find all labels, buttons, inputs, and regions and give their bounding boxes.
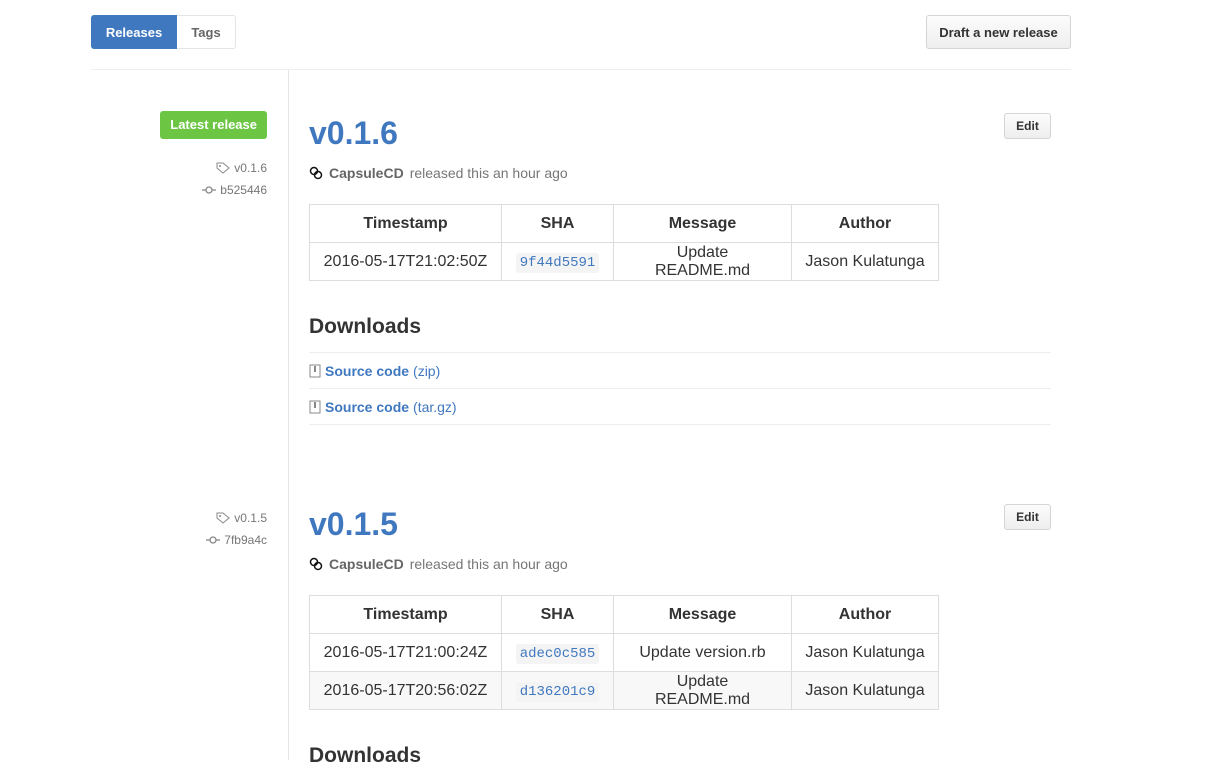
- release-meta-1: Latest release v0.1.6 b525446: [160, 111, 267, 199]
- edit-release-button[interactable]: Edit: [1004, 113, 1051, 139]
- downloads-title: Downloads: [309, 744, 422, 767]
- col-sha: SHA: [501, 204, 614, 243]
- cell-author: Jason Kulatunga: [791, 633, 939, 672]
- cell-timestamp: 2016-05-17T21:00:24Z: [309, 633, 502, 672]
- cell-author: Jason Kulatunga: [791, 671, 939, 710]
- cell-sha: 9f44d5591: [501, 242, 614, 281]
- released-text: released this an hour ago: [409, 165, 568, 181]
- cell-timestamp: 2016-05-17T20:56:02Z: [309, 671, 502, 710]
- sha-link[interactable]: 9f44d5591: [515, 252, 600, 273]
- col-author: Author: [791, 595, 939, 634]
- commits-table: Timestamp SHA Message Author 2016-05-17T…: [309, 204, 939, 281]
- col-author: Author: [791, 204, 939, 243]
- commit-icon: [206, 536, 221, 544]
- commits-table: Timestamp SHA Message Author 2016-05-17T…: [309, 595, 939, 710]
- release-title[interactable]: v0.1.5: [309, 504, 1051, 544]
- release-author-line: CapsuleCD released this an hour ago: [309, 554, 1051, 574]
- release-title[interactable]: v0.1.6: [309, 113, 1051, 153]
- tag-name: v0.1.5: [234, 511, 267, 525]
- tags-tab[interactable]: Tags: [177, 15, 236, 49]
- tag-icon: [216, 162, 231, 174]
- table-row: 2016-05-17T21:02:50Z 9f44d5591 Update RE…: [309, 242, 939, 281]
- download-ext: (zip): [413, 362, 441, 379]
- timeline-divider: [288, 70, 289, 760]
- capsulecd-avatar-icon: [309, 166, 323, 180]
- col-timestamp: Timestamp: [309, 204, 502, 243]
- release-v015: v0.1.5 Edit CapsuleCD released this an h…: [309, 504, 1051, 768]
- capsulecd-avatar-icon: [309, 557, 323, 571]
- release-commit-link[interactable]: 7fb9a4c: [206, 531, 267, 549]
- sha-link[interactable]: d136201c9: [515, 681, 600, 702]
- latest-release-badge: Latest release: [160, 111, 267, 139]
- release-commit-link[interactable]: b525446: [160, 181, 267, 199]
- cell-timestamp: 2016-05-17T21:02:50Z: [309, 242, 502, 281]
- table-row: 2016-05-17T20:56:02Z d136201c9 Update RE…: [309, 671, 939, 710]
- cell-sha: d136201c9: [501, 671, 614, 710]
- sha-link[interactable]: adec0c585: [515, 643, 600, 664]
- commit-sha: 7fb9a4c: [224, 533, 267, 547]
- col-timestamp: Timestamp: [309, 595, 502, 634]
- release-v016: v0.1.6 Edit CapsuleCD released this an h…: [309, 113, 1051, 425]
- file-zip-icon: [309, 364, 321, 377]
- tag-name: v0.1.6: [234, 161, 267, 175]
- col-sha: SHA: [501, 595, 614, 634]
- download-ext: (tar.gz): [413, 398, 457, 415]
- header-divider: [91, 69, 1071, 70]
- commit-icon: [202, 186, 217, 194]
- commit-sha: b525446: [220, 183, 267, 197]
- release-meta-2: v0.1.5 7fb9a4c: [206, 505, 267, 549]
- releases-subnav: Releases Tags: [91, 15, 236, 49]
- release-tag-link[interactable]: v0.1.5: [206, 509, 267, 527]
- cell-message: Update version.rb: [613, 633, 792, 672]
- release-author-line: CapsuleCD released this an hour ago: [309, 163, 1051, 183]
- release-tag-link[interactable]: v0.1.6: [160, 159, 267, 177]
- file-zip-icon: [309, 400, 321, 413]
- cell-message: Update README.md: [613, 242, 792, 281]
- download-label: Source code: [325, 398, 410, 415]
- author-link[interactable]: CapsuleCD: [329, 556, 404, 572]
- download-targz-link[interactable]: Source code (tar.gz): [309, 389, 1051, 425]
- table-row: 2016-05-17T21:00:24Z adec0c585 Update ve…: [309, 633, 939, 672]
- tag-icon: [216, 512, 231, 524]
- downloads-title: Downloads: [309, 315, 422, 338]
- download-zip-link[interactable]: Source code (zip): [309, 353, 1051, 389]
- author-link[interactable]: CapsuleCD: [329, 165, 404, 181]
- released-text: released this an hour ago: [409, 556, 568, 572]
- col-message: Message: [613, 595, 792, 634]
- cell-sha: adec0c585: [501, 633, 614, 672]
- downloads-list: Source code (zip) Source code (tar.gz): [309, 352, 1051, 425]
- releases-tab[interactable]: Releases: [91, 15, 177, 49]
- cell-message: Update README.md: [613, 671, 792, 710]
- draft-new-release-button[interactable]: Draft a new release: [926, 15, 1071, 49]
- edit-release-button[interactable]: Edit: [1004, 504, 1051, 530]
- cell-author: Jason Kulatunga: [791, 242, 939, 281]
- download-label: Source code: [325, 362, 410, 379]
- col-message: Message: [613, 204, 792, 243]
